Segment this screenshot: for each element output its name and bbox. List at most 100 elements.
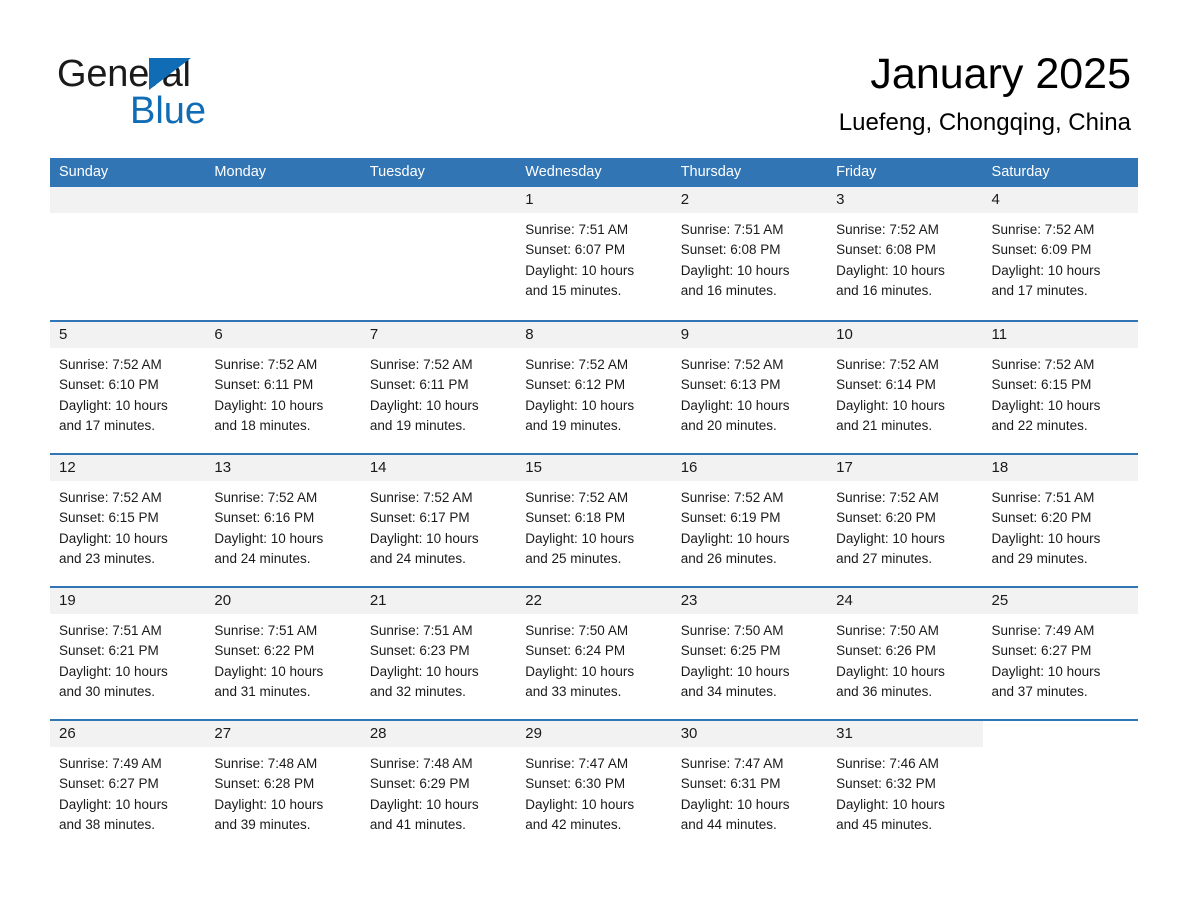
- page-title: January 2025: [870, 50, 1131, 98]
- day-details: Sunrise: 7:52 AM Sunset: 6:15 PM Daylight:…: [983, 348, 1138, 436]
- sunset-time: Sunset: 6:12 PM: [525, 377, 626, 393]
- day-cell[interactable]: 30 Sunrise: 7:47 AM Sunset: 6:31 PM Dayligh…: [671, 721, 828, 852]
- daylight-duration-line2: and 18 minutes.: [214, 417, 311, 433]
- day-details: Sunrise: 7:52 AM Sunset: 6:13 PM Daylight:…: [672, 348, 827, 436]
- day-number: 18: [982, 455, 1138, 481]
- day-cell[interactable]: 17 Sunrise: 7:52 AM Sunset: 6:20 PM Dayligh…: [827, 455, 983, 586]
- day-cell[interactable]: 15 Sunrise: 7:52 AM Sunset: 6:18 PM Dayligh…: [516, 455, 672, 586]
- sunset-time: Sunset: 6:08 PM: [836, 242, 936, 258]
- day-cell[interactable]: 6 Sunrise: 7:52 AM Sunset: 6:11 PM Daylight…: [205, 322, 361, 453]
- sunrise-time: Sunrise: 7:52 AM: [214, 357, 318, 372]
- sunset-time: Sunset: 6:19 PM: [680, 510, 781, 526]
- daylight-duration-line1: Daylight: 10 hours: [369, 663, 479, 679]
- day-cell[interactable]: 12 Sunrise: 7:52 AM Sunset: 6:15 PM Dayligh…: [50, 455, 206, 586]
- day-details: Sunrise: 7:51 AM Sunset: 6:08 PM Daylight:…: [672, 213, 827, 301]
- day-details: Sunrise: 7:52 AM Sunset: 6:17 PM Daylight:…: [361, 481, 516, 569]
- day-number: 4: [982, 187, 1138, 213]
- day-cell[interactable]: 3 Sunrise: 7:52 AM Sunset: 6:08 PM Daylight…: [827, 187, 983, 320]
- day-cell[interactable]: 2 Sunrise: 7:51 AM Sunset: 6:08 PM Daylight…: [671, 187, 828, 320]
- day-number: 24: [827, 588, 983, 614]
- day-cell[interactable]: 26 Sunrise: 7:49 AM Sunset: 6:27 PM Dayligh…: [50, 721, 206, 852]
- week-row: 5 Sunrise: 7:52 AM Sunset: 6:10 PM Daylight…: [50, 320, 1138, 453]
- day-cell[interactable]: 8 Sunrise: 7:52 AM Sunset: 6:12 PM Daylight…: [516, 322, 672, 453]
- day-details: Sunrise: 7:47 AM Sunset: 6:30 PM Daylight:…: [516, 747, 671, 835]
- day-cell[interactable]: 27 Sunrise: 7:48 AM Sunset: 6:28 PM Dayligh…: [205, 721, 361, 852]
- daylight-duration-line2: and 16 minutes.: [680, 282, 777, 298]
- weekday-header-monday: Monday: [214, 164, 267, 180]
- weekday-header-thursday: Thursday: [680, 164, 742, 180]
- sunrise-time: Sunrise: 7:51 AM: [525, 222, 629, 237]
- day-cell[interactable]: 4 Sunrise: 7:52 AM Sunset: 6:09 PM Daylight…: [982, 187, 1138, 320]
- page-header: General Blue January 2025 Luefeng, Chong…: [0, 0, 1188, 158]
- week-row: 1 Sunrise: 7:51 AM Sunset: 6:07 PM Daylight…: [50, 187, 1138, 320]
- day-cell[interactable]: 31 Sunrise: 7:46 AM Sunset: 6:32 PM Dayligh…: [827, 721, 983, 852]
- day-number: 20: [205, 588, 361, 614]
- day-details: Sunrise: 7:50 AM Sunset: 6:24 PM Daylight:…: [516, 614, 671, 702]
- weekday-header-tuesday: Tuesday: [369, 164, 425, 180]
- day-number: 11: [982, 322, 1138, 348]
- sunrise-time: Sunrise: 7:50 AM: [680, 623, 784, 638]
- sunset-time: Sunset: 6:22 PM: [214, 643, 315, 659]
- logo-word-blue: Blue: [130, 90, 207, 132]
- weekday-header-friday: Friday: [836, 164, 877, 180]
- weekday-header-wednesday: Wednesday: [525, 164, 602, 180]
- day-cell[interactable]: 7 Sunrise: 7:52 AM Sunset: 6:11 PM Daylight…: [360, 322, 517, 453]
- day-cell-empty: [50, 187, 206, 320]
- sunrise-time: Sunrise: 7:52 AM: [369, 357, 473, 372]
- daylight-duration-line2: and 17 minutes.: [991, 282, 1088, 298]
- weekday-header-saturday: Saturday: [991, 164, 1050, 180]
- day-cell[interactable]: 23 Sunrise: 7:50 AM Sunset: 6:25 PM Dayligh…: [671, 588, 828, 719]
- sunrise-time: Sunrise: 7:51 AM: [991, 490, 1095, 505]
- logo-top-row: General: [57, 52, 377, 96]
- daylight-duration-line2: and 29 minutes.: [991, 550, 1088, 566]
- day-details: Sunrise: 7:51 AM Sunset: 6:20 PM Daylight:…: [983, 481, 1138, 569]
- sunrise-time: Sunrise: 7:52 AM: [991, 357, 1095, 372]
- daylight-duration-line2: and 26 minutes.: [680, 550, 777, 566]
- day-cell[interactable]: 20 Sunrise: 7:51 AM Sunset: 6:22 PM Dayligh…: [205, 588, 361, 719]
- day-number: 27: [205, 721, 361, 747]
- day-cell[interactable]: 22 Sunrise: 7:50 AM Sunset: 6:24 PM Dayligh…: [516, 588, 672, 719]
- sunrise-time: Sunrise: 7:52 AM: [836, 490, 939, 505]
- day-number: 9: [671, 322, 828, 348]
- day-cell[interactable]: 21 Sunrise: 7:51 AM Sunset: 6:23 PM Dayligh…: [360, 588, 517, 719]
- day-details: Sunrise: 7:52 AM Sunset: 6:19 PM Daylight:…: [672, 481, 827, 569]
- week-row: 12 Sunrise: 7:52 AM Sunset: 6:15 PM Dayligh…: [50, 453, 1138, 586]
- day-cell[interactable]: 25 Sunrise: 7:49 AM Sunset: 6:27 PM Dayligh…: [982, 588, 1138, 719]
- day-cell[interactable]: 19 Sunrise: 7:51 AM Sunset: 6:21 PM Dayligh…: [50, 588, 206, 719]
- day-cell[interactable]: 5 Sunrise: 7:52 AM Sunset: 6:10 PM Daylight…: [50, 322, 206, 453]
- daylight-duration-line2: and 42 minutes.: [525, 816, 622, 832]
- day-cell[interactable]: 14 Sunrise: 7:52 AM Sunset: 6:17 PM Dayligh…: [360, 455, 517, 586]
- day-cell[interactable]: 1 Sunrise: 7:51 AM Sunset: 6:07 PM Daylight…: [516, 187, 672, 320]
- daylight-duration-line1: Daylight: 10 hours: [836, 796, 945, 812]
- day-cell[interactable]: 29 Sunrise: 7:47 AM Sunset: 6:30 PM Dayligh…: [516, 721, 672, 852]
- sunset-time: Sunset: 6:24 PM: [525, 643, 626, 659]
- sunset-time: Sunset: 6:27 PM: [59, 776, 159, 792]
- daylight-duration-line1: Daylight: 10 hours: [991, 530, 1101, 546]
- day-number: 13: [205, 455, 361, 481]
- day-cell[interactable]: 11 Sunrise: 7:52 AM Sunset: 6:15 PM Dayligh…: [982, 322, 1138, 453]
- daylight-duration-line1: Daylight: 10 hours: [680, 663, 790, 679]
- sunrise-time: Sunrise: 7:52 AM: [369, 490, 473, 505]
- daylight-duration-line1: Daylight: 10 hours: [991, 397, 1101, 413]
- day-cell[interactable]: 9 Sunrise: 7:52 AM Sunset: 6:13 PM Daylight…: [671, 322, 828, 453]
- sunset-time: Sunset: 6:26 PM: [836, 643, 936, 659]
- daylight-duration-line2: and 27 minutes.: [836, 550, 933, 566]
- general-blue-logo[interactable]: General Blue: [57, 52, 377, 142]
- day-cell[interactable]: 24 Sunrise: 7:50 AM Sunset: 6:26 PM Dayligh…: [827, 588, 983, 719]
- day-cell[interactable]: 13 Sunrise: 7:52 AM Sunset: 6:16 PM Dayligh…: [205, 455, 361, 586]
- sunrise-time: Sunrise: 7:52 AM: [991, 222, 1095, 237]
- day-cell[interactable]: 18 Sunrise: 7:51 AM Sunset: 6:20 PM Dayligh…: [982, 455, 1138, 586]
- sunset-time: Sunset: 6:11 PM: [214, 377, 314, 393]
- day-number: 2: [671, 187, 828, 213]
- day-details: Sunrise: 7:50 AM Sunset: 6:25 PM Daylight:…: [672, 614, 827, 702]
- day-details: Sunrise: 7:51 AM Sunset: 6:22 PM Daylight:…: [205, 614, 360, 702]
- sunset-time: Sunset: 6:10 PM: [59, 377, 159, 393]
- day-cell[interactable]: 16 Sunrise: 7:52 AM Sunset: 6:19 PM Dayligh…: [671, 455, 828, 586]
- daylight-duration-line1: Daylight: 10 hours: [525, 262, 635, 278]
- day-cell[interactable]: 28 Sunrise: 7:48 AM Sunset: 6:29 PM Dayligh…: [360, 721, 517, 852]
- daylight-duration-line1: Daylight: 10 hours: [214, 530, 324, 546]
- weekday-header-sunday: Sunday: [59, 164, 109, 180]
- daylight-duration-line2: and 36 minutes.: [836, 683, 933, 699]
- day-cell[interactable]: 10 Sunrise: 7:52 AM Sunset: 6:14 PM Dayligh…: [827, 322, 983, 453]
- sunset-time: Sunset: 6:17 PM: [369, 510, 470, 526]
